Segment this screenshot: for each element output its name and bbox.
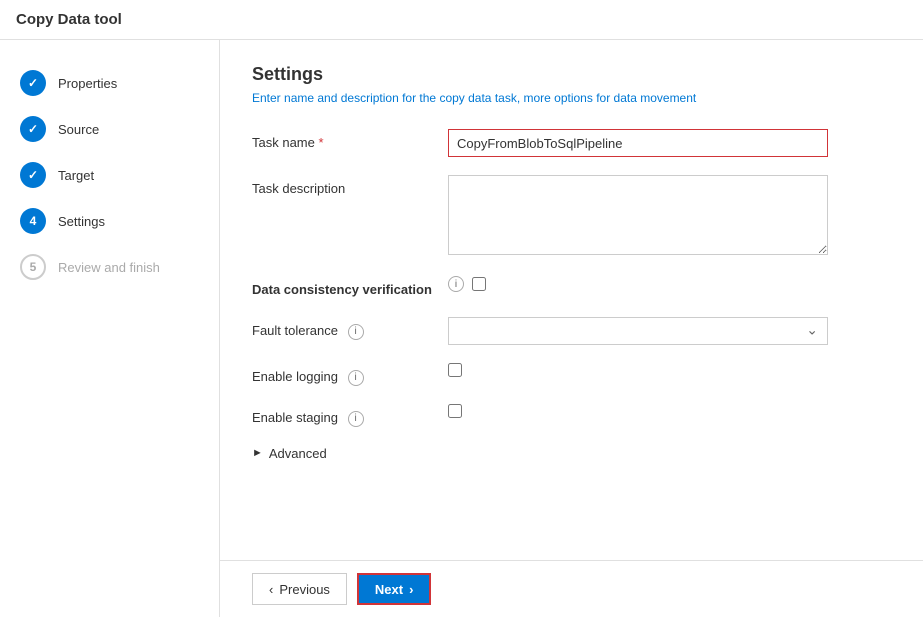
step-circle-review: 5 [20,254,46,280]
enable-staging-checkbox[interactable] [448,404,462,418]
data-consistency-checkbox[interactable] [472,277,486,291]
previous-label: Previous [279,582,330,597]
required-marker: * [319,135,324,150]
data-consistency-checkbox-row: i [448,276,891,292]
sidebar-item-label-properties: Properties [58,76,117,91]
data-consistency-label: Data consistency verification [252,276,432,299]
advanced-chevron-icon: ► [252,447,263,459]
step-circle-settings: 4 [20,208,46,234]
section-title: Settings [252,64,891,85]
main-container: ✓ Properties ✓ Source ✓ Target 4 Setting… [0,40,923,617]
previous-icon: ‹ [269,582,273,597]
step-number-review: 5 [30,260,37,274]
fault-tolerance-row: Fault tolerance i [252,317,891,345]
enable-staging-label: Enable staging i [252,404,432,427]
data-consistency-control: i [448,276,891,292]
task-description-control [448,175,891,258]
next-label: Next [375,582,403,597]
sidebar-item-review[interactable]: 5 Review and finish [0,244,219,290]
enable-logging-label: Enable logging i [252,363,432,386]
sidebar-item-properties[interactable]: ✓ Properties [0,60,219,106]
fault-tolerance-select-wrapper [448,317,828,345]
fault-tolerance-label: Fault tolerance i [252,317,432,340]
task-name-row: Task name * [252,129,891,157]
section-subtitle: Enter name and description for the copy … [252,91,891,105]
step-circle-target: ✓ [20,162,46,188]
fault-tolerance-control [448,317,891,345]
enable-logging-checkbox[interactable] [448,363,462,377]
task-name-label: Task name * [252,129,432,152]
app-title: Copy Data tool [16,11,122,28]
step-check-target: ✓ [28,168,38,182]
sidebar-item-label-review: Review and finish [58,260,160,275]
sidebar-item-source[interactable]: ✓ Source [0,106,219,152]
sidebar-item-label-source: Source [58,122,99,137]
next-icon: › [409,582,413,597]
sidebar: ✓ Properties ✓ Source ✓ Target 4 Setting… [0,40,220,617]
next-button[interactable]: Next › [357,573,432,605]
enable-logging-control [448,363,891,380]
app-header: Copy Data tool [0,0,923,40]
sidebar-item-label-settings: Settings [58,214,105,229]
task-name-input[interactable] [448,129,828,157]
content-footer: ‹ Previous Next › [220,560,923,617]
enable-logging-info-icon[interactable]: i [348,370,364,386]
step-check-properties: ✓ [28,76,38,90]
fault-tolerance-select[interactable] [448,317,828,345]
step-number-settings: 4 [30,214,37,228]
task-description-label: Task description [252,175,432,198]
data-consistency-info-icon[interactable]: i [448,276,464,292]
task-name-control [448,129,891,157]
previous-button[interactable]: ‹ Previous [252,573,347,605]
sidebar-item-label-target: Target [58,168,94,183]
fault-tolerance-info-icon[interactable]: i [348,324,364,340]
advanced-label: Advanced [269,446,327,461]
sidebar-item-target[interactable]: ✓ Target [0,152,219,198]
step-circle-properties: ✓ [20,70,46,96]
enable-staging-row: Enable staging i [252,404,891,427]
step-circle-source: ✓ [20,116,46,142]
content-area: Settings Enter name and description for … [220,40,923,617]
sidebar-item-settings[interactable]: 4 Settings [0,198,219,244]
task-description-input[interactable] [448,175,828,255]
enable-logging-row: Enable logging i [252,363,891,386]
step-check-source: ✓ [28,122,38,136]
data-consistency-row: Data consistency verification i [252,276,891,299]
enable-staging-info-icon[interactable]: i [348,411,364,427]
task-description-row: Task description [252,175,891,258]
advanced-row[interactable]: ► Advanced [252,446,891,461]
enable-staging-control [448,404,891,421]
content-main: Settings Enter name and description for … [220,40,923,560]
